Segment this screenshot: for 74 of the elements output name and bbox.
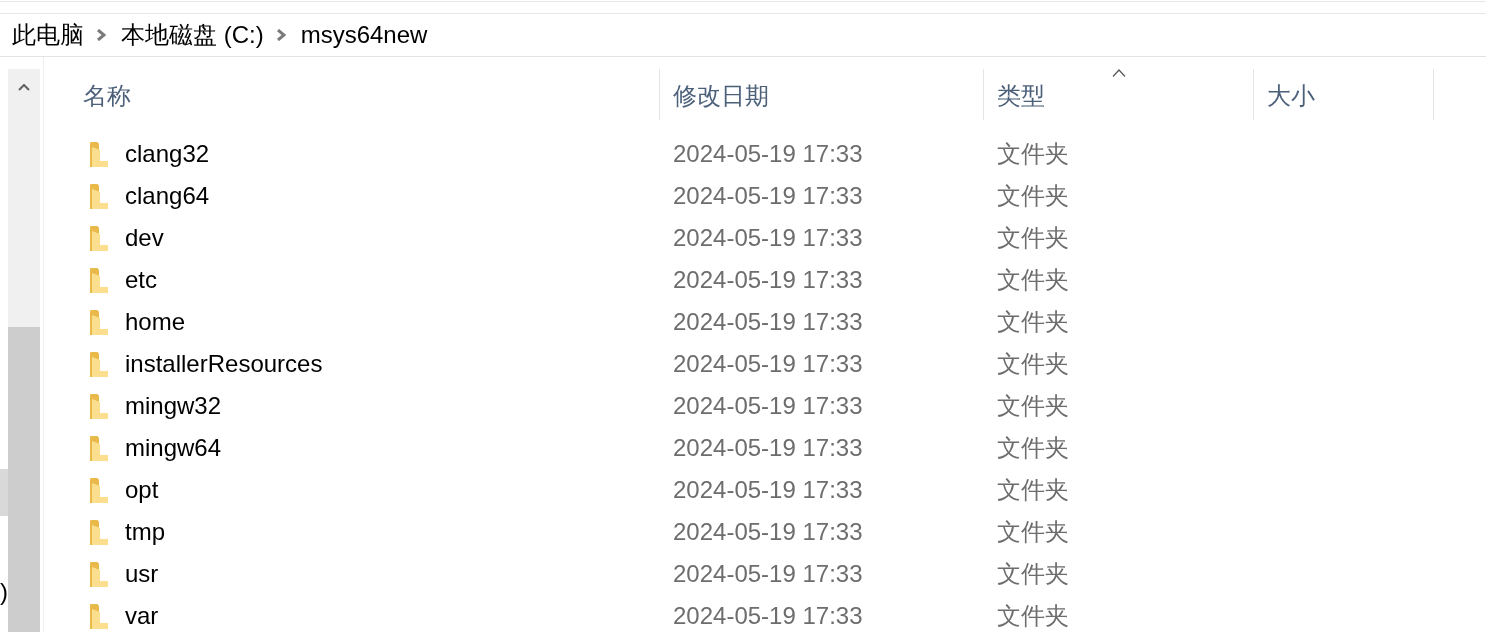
file-name: var xyxy=(125,601,159,631)
modified-date: 2024-05-19 17:33 xyxy=(673,181,863,211)
file-name: tmp xyxy=(125,517,165,547)
item-type: 文件夹 xyxy=(997,559,1069,589)
modified-date: 2024-05-19 17:33 xyxy=(673,139,863,169)
modified-date: 2024-05-19 17:33 xyxy=(673,223,863,253)
column-header[interactable]: 大小 xyxy=(1254,69,1434,120)
item-type: 文件夹 xyxy=(997,349,1069,379)
folder-icon xyxy=(90,267,108,293)
folder-icon xyxy=(90,477,108,503)
column-header[interactable]: 名称 xyxy=(70,69,660,120)
item-type: 文件夹 xyxy=(997,391,1069,421)
modified-date: 2024-05-19 17:33 xyxy=(673,433,863,463)
file-name: opt xyxy=(125,475,159,505)
folder-icon xyxy=(90,393,108,419)
breadcrumb-item[interactable]: msys64new xyxy=(300,20,428,50)
breadcrumb-item[interactable]: 此电脑 xyxy=(12,20,84,50)
item-type: 文件夹 xyxy=(997,517,1069,547)
scrollbar-thumb[interactable] xyxy=(8,327,40,632)
modified-date: 2024-05-19 17:33 xyxy=(673,517,863,547)
file-name: installerResources xyxy=(125,349,323,379)
modified-date: 2024-05-19 17:33 xyxy=(673,391,863,421)
column-header[interactable]: 类型 xyxy=(984,69,1254,120)
folder-icon xyxy=(90,183,108,209)
folder-icon xyxy=(90,603,108,629)
folder-icon xyxy=(90,435,108,461)
folder-icon xyxy=(90,561,108,587)
file-row[interactable]: opt 2024-05-19 17:33 文件夹 xyxy=(70,474,1254,506)
modified-date: 2024-05-19 17:33 xyxy=(673,265,863,295)
item-type: 文件夹 xyxy=(997,601,1069,631)
modified-date: 2024-05-19 17:33 xyxy=(673,601,863,631)
file-name: dev xyxy=(125,223,164,253)
file-row[interactable]: mingw32 2024-05-19 17:33 文件夹 xyxy=(70,390,1254,422)
caret-up-icon xyxy=(1111,69,1126,77)
file-row[interactable]: etc 2024-05-19 17:33 文件夹 xyxy=(70,264,1254,296)
file-name: clang32 xyxy=(125,139,210,169)
scrollbar[interactable] xyxy=(8,69,40,632)
folder-icon xyxy=(90,225,108,251)
file-row[interactable]: clang32 2024-05-19 17:33 文件夹 xyxy=(70,138,1254,170)
item-type: 文件夹 xyxy=(997,307,1069,337)
file-row[interactable]: installerResources 2024-05-19 17:33 文件夹 xyxy=(70,348,1254,380)
nav-item[interactable]: ) xyxy=(0,568,8,615)
file-name: mingw32 xyxy=(125,391,222,421)
folder-icon xyxy=(90,141,108,167)
file-row[interactable]: clang64 2024-05-19 17:33 文件夹 xyxy=(70,180,1254,212)
file-row[interactable]: usr 2024-05-19 17:33 文件夹 xyxy=(70,558,1254,590)
file-row[interactable]: mingw64 2024-05-19 17:33 文件夹 xyxy=(70,432,1254,464)
modified-date: 2024-05-19 17:33 xyxy=(673,475,863,505)
item-type: 文件夹 xyxy=(997,139,1069,169)
file-name: home xyxy=(125,307,186,337)
item-type: 文件夹 xyxy=(997,223,1069,253)
breadcrumb-item[interactable]: 本地磁盘 (C:) xyxy=(121,20,264,50)
folder-icon xyxy=(90,351,108,377)
file-name: usr xyxy=(125,559,159,589)
file-row[interactable]: home 2024-05-19 17:33 文件夹 xyxy=(70,306,1254,338)
modified-date: 2024-05-19 17:33 xyxy=(673,349,863,379)
chevron-right-icon[interactable] xyxy=(96,29,106,41)
file-row[interactable]: var 2024-05-19 17:33 文件夹 xyxy=(70,600,1254,632)
chevron-right-icon[interactable] xyxy=(275,29,286,41)
chevron-up-icon[interactable] xyxy=(18,84,30,91)
item-type: 文件夹 xyxy=(997,265,1069,295)
modified-date: 2024-05-19 17:33 xyxy=(673,559,863,589)
file-name: clang64 xyxy=(125,181,210,211)
folder-icon xyxy=(90,309,108,335)
folder-icon xyxy=(90,519,108,545)
column-header[interactable]: 修改日期 xyxy=(660,69,984,120)
file-name: etc xyxy=(125,265,157,295)
modified-date: 2024-05-19 17:33 xyxy=(673,307,863,337)
file-row[interactable]: tmp 2024-05-19 17:33 文件夹 xyxy=(70,516,1254,548)
item-type: 文件夹 xyxy=(997,181,1069,211)
file-row[interactable]: dev 2024-05-19 17:33 文件夹 xyxy=(70,222,1254,254)
file-name: mingw64 xyxy=(125,433,222,463)
item-type: 文件夹 xyxy=(997,433,1069,463)
item-type: 文件夹 xyxy=(997,475,1069,505)
